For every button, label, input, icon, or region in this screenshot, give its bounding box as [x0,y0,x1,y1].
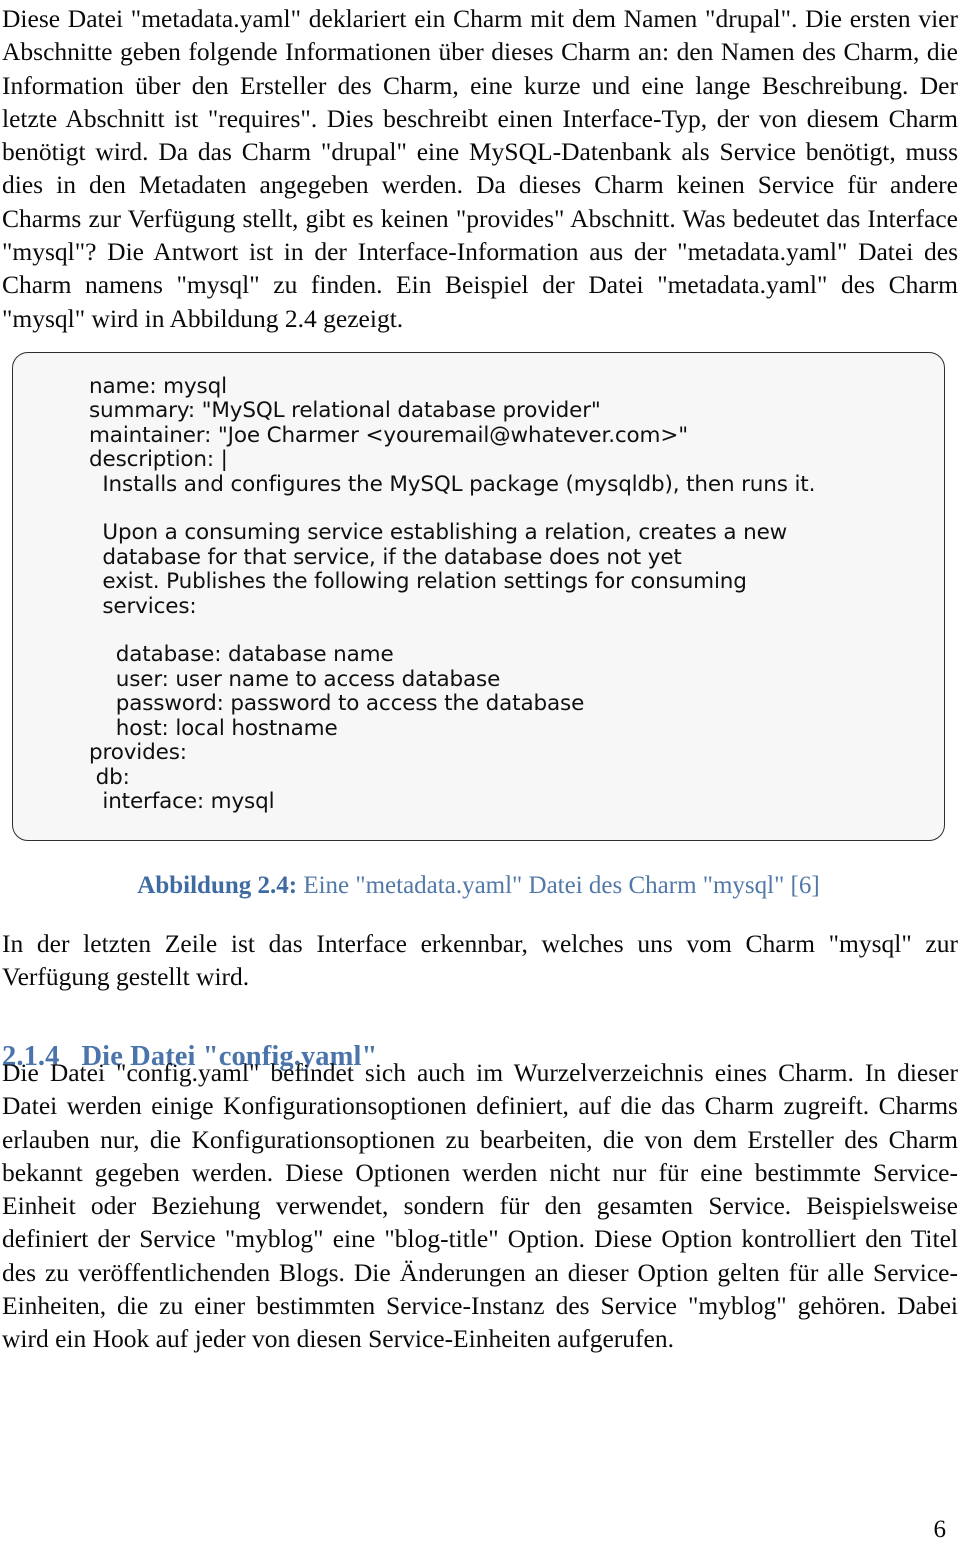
figure-caption: Abbildung 2.4: Eine "metadata.yaml" Date… [12,871,945,901]
page-number: 6 [933,1516,947,1543]
code-listing-box: name: mysql summary: "MySQL relational d… [12,352,945,842]
figure-caption-text: Eine "metadata.yaml" Datei des Charm "my… [297,872,820,900]
config-yaml-paragraph: Die Datei "config.yaml" befindet sich au… [2,1058,958,1354]
intro-paragraph: Diese Datei "metadata.yaml" deklariert e… [2,4,958,333]
code-listing-text: name: mysql summary: "MySQL relational d… [89,374,816,814]
document-page: Diese Datei "metadata.yaml" deklariert e… [0,0,960,1558]
figure-caption-label: Abbildung 2.4: [137,872,298,900]
figure-metadata-yaml-mysql: name: mysql summary: "MySQL relational d… [12,352,945,901]
post-figure-paragraph: In der letzten Zeile ist das Interface e… [2,929,958,992]
